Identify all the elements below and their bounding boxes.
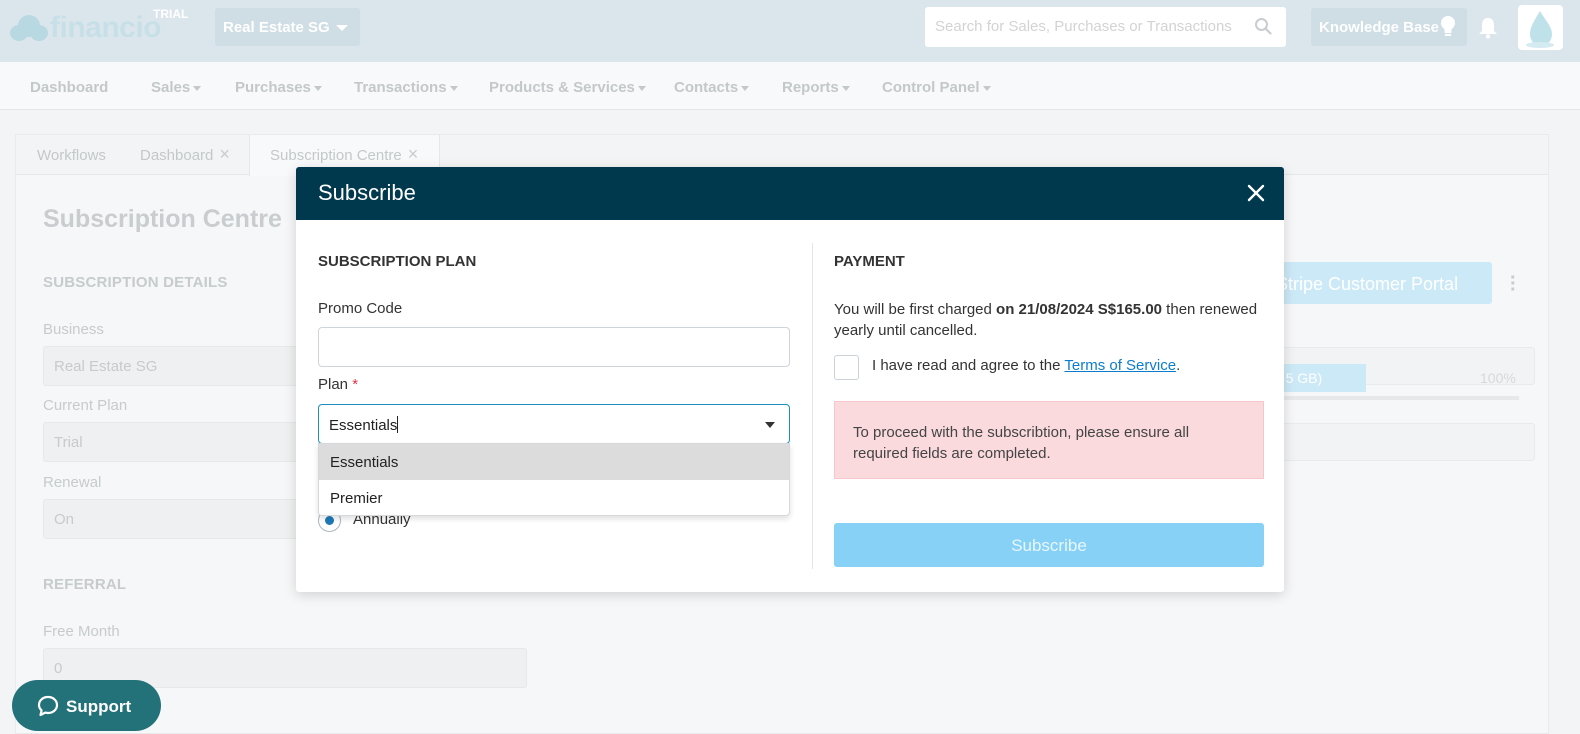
kebab-menu-icon[interactable]: · · · — [1510, 268, 1517, 300]
tab-subscription-centre[interactable]: Subscription Centre × — [270, 145, 419, 164]
renewal-field: On — [43, 499, 303, 539]
close-icon[interactable]: × — [219, 145, 230, 163]
free-month-label: Free Month — [43, 623, 120, 640]
avatar-drop-icon — [1526, 11, 1554, 48]
current-plan-field: Trial — [43, 422, 303, 462]
promo-code-label: Promo Code — [318, 300, 403, 317]
search-icon[interactable] — [1254, 17, 1272, 35]
knowledge-base-label: Knowledge Base — [1319, 19, 1440, 36]
caret-down-icon — [982, 85, 991, 91]
plan-label: Plan * — [318, 376, 358, 393]
caret-down-icon — [841, 85, 850, 91]
lightbulb-icon — [1441, 16, 1455, 36]
charge-prefix: You will be first charged — [834, 301, 997, 318]
tab-dashboard[interactable]: Dashboard × — [140, 145, 230, 164]
nav-label: Sales — [151, 79, 191, 96]
caret-down-icon — [637, 85, 646, 91]
terms-checkbox[interactable] — [834, 355, 859, 380]
subscribe-modal: Subscribe SUBSCRIPTION PLAN Promo Code P… — [296, 167, 1284, 592]
close-icon[interactable]: × — [408, 145, 419, 163]
agree-prefix: I have read and agree to the — [872, 357, 1065, 374]
nav-label: Control Panel — [882, 79, 980, 96]
plan-option-essentials[interactable]: Essentials — [319, 444, 789, 480]
column-divider — [812, 243, 813, 569]
portal-button-label: Stripe Customer Portal — [1276, 274, 1459, 294]
caret-down-icon — [313, 85, 322, 91]
current-plan-label: Current Plan — [43, 397, 128, 414]
nav-dashboard[interactable]: Dashboard — [30, 79, 108, 96]
plan-dropdown: Essentials Premier — [318, 443, 790, 516]
plan-select-value: Essentials — [329, 417, 398, 434]
nav-label: Dashboard — [30, 79, 109, 96]
nav-label: Products & Services — [489, 79, 635, 96]
nav-label: Transactions — [354, 79, 447, 96]
nav-control-panel[interactable]: Control Panel — [882, 79, 991, 96]
text-cursor — [397, 416, 399, 433]
storage-percent: 100% — [1480, 370, 1516, 386]
top-bar: financio TRIAL Real Estate SG Knowledge … — [0, 0, 1580, 62]
search-input[interactable] — [925, 7, 1235, 45]
stripe-portal-button[interactable]: Stripe Customer Portal — [1262, 262, 1492, 304]
caret-down-icon — [741, 85, 750, 91]
plan-label-text: Plan — [318, 376, 349, 393]
nav-contacts[interactable]: Contacts — [674, 79, 750, 96]
nav-transactions[interactable]: Transactions — [354, 79, 458, 96]
logo-text: financio — [50, 11, 162, 44]
charge-amount: on 21/08/2024 S$165.00 — [996, 301, 1163, 318]
close-icon[interactable] — [1246, 183, 1266, 203]
nav-purchases[interactable]: Purchases — [235, 79, 322, 96]
plan-option-premier[interactable]: Premier — [319, 480, 789, 516]
bell-icon[interactable] — [1478, 17, 1498, 39]
caret-down-icon — [193, 85, 202, 91]
nav-label: Contacts — [674, 79, 739, 96]
modal-header: Subscribe — [296, 167, 1284, 220]
caret-down-icon — [449, 85, 458, 91]
referral-heading: REFERRAL — [43, 576, 127, 593]
modal-title: Subscribe — [318, 180, 416, 205]
business-field: Real Estate SG — [43, 346, 303, 386]
validation-alert: To proceed with the subscribtion, please… — [834, 401, 1264, 479]
tab-label: Workflows — [37, 147, 106, 164]
nav-sales[interactable]: Sales — [151, 79, 202, 96]
support-button[interactable]: Support — [12, 680, 161, 731]
nav-products-services[interactable]: Products & Services — [489, 79, 646, 96]
renewal-label: Renewal — [43, 474, 102, 491]
nav-label: Reports — [782, 79, 839, 96]
business-selector-label: Real Estate SG — [223, 19, 330, 36]
subscription-details-heading: SUBSCRIPTION DETAILS — [43, 274, 228, 291]
tab-workflows[interactable]: Workflows — [37, 147, 106, 164]
financio-logo[interactable]: financio — [8, 8, 162, 48]
global-search — [925, 7, 1286, 47]
trial-badge: TRIAL — [153, 7, 189, 21]
subscribe-button[interactable]: Subscribe — [834, 523, 1264, 567]
storage-progress-track — [1256, 396, 1519, 400]
knowledge-base-button[interactable]: Knowledge Base — [1311, 8, 1467, 46]
user-avatar[interactable] — [1518, 5, 1563, 50]
payment-heading: PAYMENT — [834, 253, 905, 270]
business-label: Business — [43, 321, 104, 338]
plan-select[interactable]: Essentials — [318, 404, 790, 444]
tab-label: Dashboard — [140, 147, 214, 164]
nav-reports[interactable]: Reports — [782, 79, 850, 96]
terms-of-service-link[interactable]: Terms of Service — [1064, 357, 1176, 374]
page-title: Subscription Centre — [43, 205, 282, 233]
cloud-icon — [8, 13, 48, 43]
nav-label: Purchases — [235, 79, 311, 96]
tab-label: Subscription Centre — [270, 147, 402, 164]
subscription-plan-heading: SUBSCRIPTION PLAN — [318, 253, 477, 270]
business-selector[interactable]: Real Estate SG — [215, 8, 360, 46]
caret-down-icon — [765, 422, 775, 428]
right-field-2 — [1272, 423, 1535, 461]
subscribe-button-label: Subscribe — [1011, 536, 1087, 555]
charge-info: You will be first charged on 21/08/2024 … — [834, 299, 1264, 341]
terms-agreement: I have read and agree to the Terms of Se… — [872, 357, 1180, 374]
main-nav: Dashboard Sales Purchases Transactions P… — [0, 62, 1580, 110]
chat-bubble-icon — [37, 695, 59, 717]
promo-code-input[interactable] — [318, 327, 790, 367]
agree-suffix: . — [1176, 357, 1181, 374]
required-marker: * — [352, 376, 359, 393]
caret-down-icon — [336, 25, 348, 31]
support-label: Support — [66, 697, 132, 716]
